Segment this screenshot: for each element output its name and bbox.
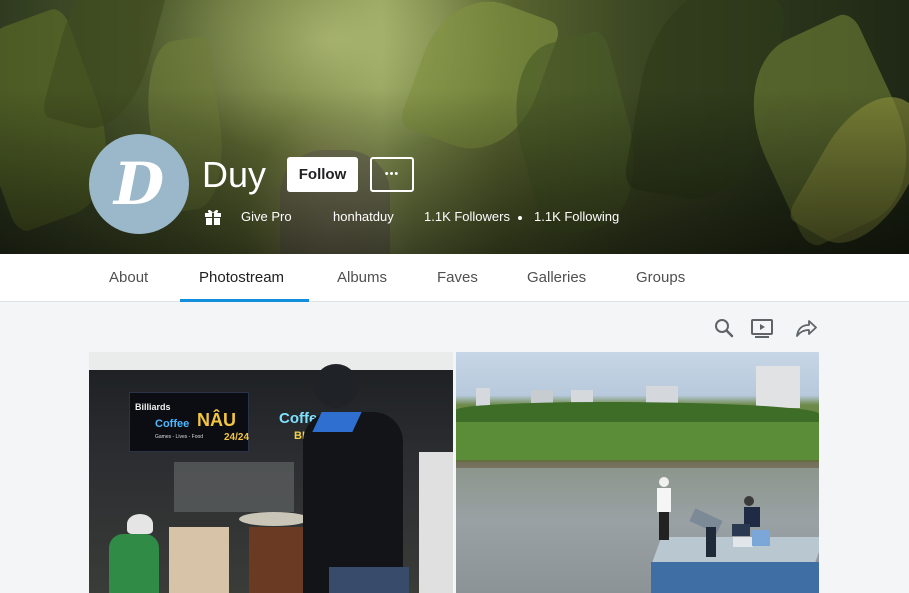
sign-small-text: Games - Lives - Food	[155, 434, 204, 440]
tab-faves[interactable]: Faves	[437, 269, 478, 286]
tab-groups[interactable]: Groups	[636, 269, 685, 286]
slideshow-icon[interactable]	[751, 317, 773, 339]
following-link[interactable]: 1.1K Following	[534, 209, 619, 224]
tab-galleries[interactable]: Galleries	[527, 269, 586, 286]
username: honhatduy	[333, 209, 394, 224]
profile-name: Duy	[202, 154, 267, 195]
photo-coffee-stall[interactable]: Billiards Coffee NÂU 24/24 Games - Lives…	[89, 352, 453, 593]
avatar-letter: D	[113, 150, 165, 218]
search-icon[interactable]	[713, 317, 735, 339]
sign-hours: 24/24	[224, 432, 250, 443]
more-options-button[interactable]: •••	[370, 157, 414, 192]
share-icon[interactable]	[795, 317, 817, 339]
sign-nau: NÂU	[197, 410, 236, 430]
tab-albums[interactable]: Albums	[337, 269, 387, 286]
active-tab-indicator	[180, 299, 309, 302]
tab-about[interactable]: About	[109, 269, 148, 286]
followers-link[interactable]: 1.1K Followers	[424, 209, 510, 224]
photo-river-boat[interactable]	[456, 352, 819, 593]
separator-dot	[518, 216, 522, 220]
follow-button[interactable]: Follow	[287, 157, 358, 192]
gift-icon[interactable]	[204, 207, 222, 226]
tab-photostream[interactable]: Photostream	[199, 269, 284, 286]
avatar[interactable]: D	[89, 134, 189, 234]
give-pro-link[interactable]: Give Pro	[241, 209, 292, 224]
more-dots-icon: •••	[384, 168, 400, 180]
profile-tab-bar: About Photostream Albums Faves Galleries…	[0, 254, 909, 302]
sign-coffee: Coffee	[155, 418, 190, 430]
sign-billiards: Billiards	[135, 402, 171, 412]
